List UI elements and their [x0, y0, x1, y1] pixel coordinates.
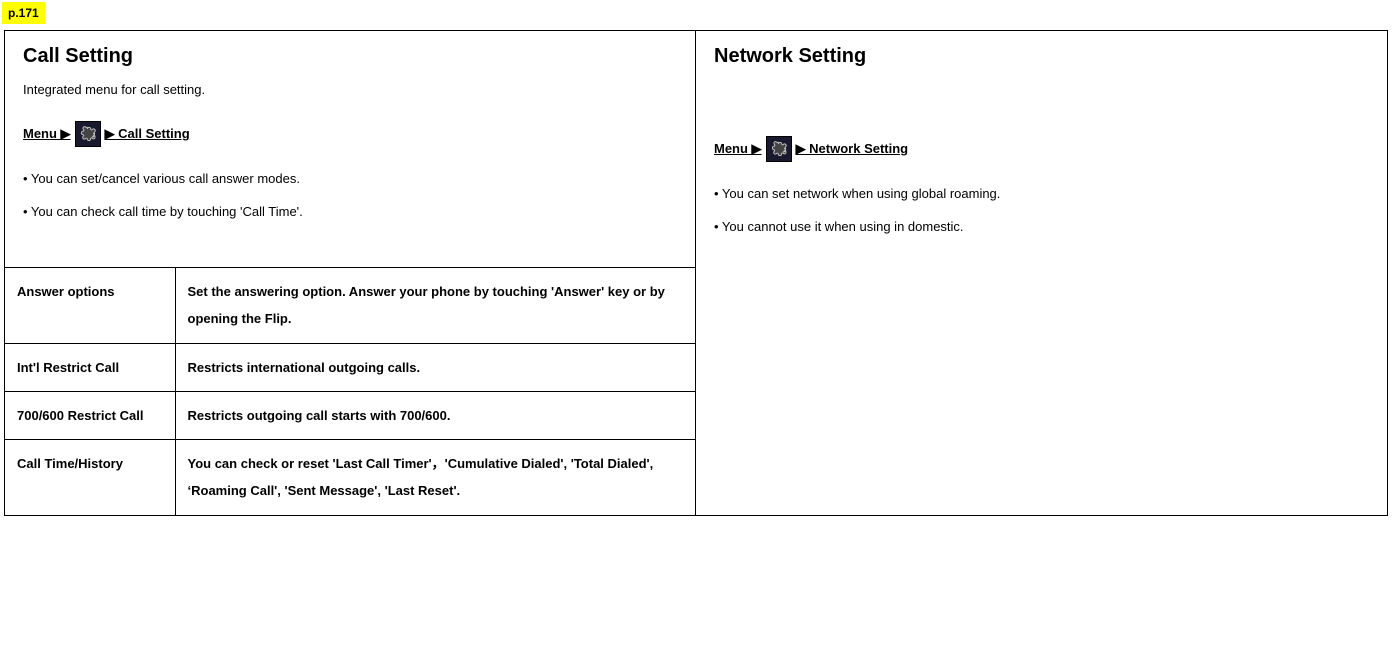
option-desc: Restricts international outgoing calls.: [175, 343, 695, 391]
option-name: Answer options: [5, 268, 175, 344]
table-row: Call Time/History You can check or reset…: [5, 440, 695, 515]
call-setting-path: Menu ▶ ▶ Call Setting: [23, 121, 677, 147]
bullet-item: • You can set/cancel various call answer…: [23, 171, 677, 186]
option-name: Call Time/History: [5, 440, 175, 515]
option-desc: Restricts outgoing call starts with 700/…: [175, 391, 695, 439]
table-row: Int'l Restrict Call Restricts internatio…: [5, 343, 695, 391]
network-setting-path: Menu ▶ ▶ Network Setting: [714, 136, 1369, 162]
bullet-item: • You can set network when using global …: [714, 186, 1369, 201]
call-options-table: Answer options Set the answering option.…: [5, 267, 695, 515]
settings-gear-icon: [75, 121, 101, 147]
path-text: Menu ▶: [23, 126, 71, 142]
option-desc: You can check or reset 'Last Call Timer'…: [175, 440, 695, 515]
table-row: 700/600 Restrict Call Restricts outgoing…: [5, 391, 695, 439]
page-number-label: p.171: [2, 2, 45, 24]
path-text: ▶ Network Setting: [796, 141, 909, 157]
settings-gear-icon: [766, 136, 792, 162]
option-name: 700/600 Restrict Call: [5, 391, 175, 439]
content-columns: Call Setting Integrated menu for call se…: [4, 30, 1388, 516]
call-setting-subtitle: Integrated menu for call setting.: [23, 82, 677, 97]
bullet-item: • You can check call time by touching 'C…: [23, 204, 677, 219]
call-setting-column: Call Setting Integrated menu for call se…: [5, 31, 696, 515]
table-row: Answer options Set the answering option.…: [5, 268, 695, 344]
call-setting-title: Call Setting: [23, 45, 677, 68]
option-desc: Set the answering option. Answer your ph…: [175, 268, 695, 344]
path-text: Menu ▶: [714, 141, 762, 157]
bullet-item: • You cannot use it when using in domest…: [714, 219, 1369, 234]
network-setting-column: Network Setting Menu ▶ ▶ Network Setting…: [696, 31, 1387, 515]
network-setting-title: Network Setting: [714, 45, 1369, 68]
option-name: Int'l Restrict Call: [5, 343, 175, 391]
path-text: ▶ Call Setting: [105, 126, 190, 142]
